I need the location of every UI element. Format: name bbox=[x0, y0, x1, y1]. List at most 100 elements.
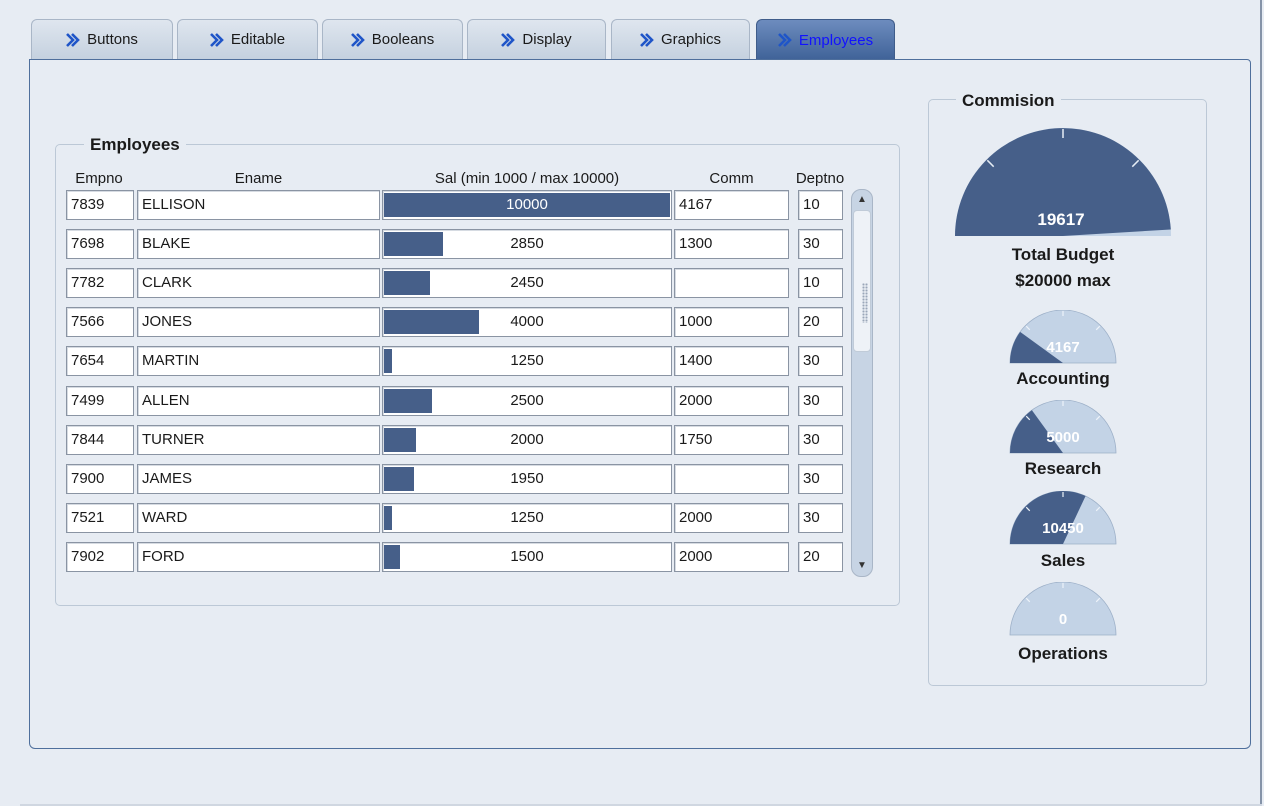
deptno-field[interactable]: 20 bbox=[798, 307, 843, 337]
empno-field[interactable]: 7566 bbox=[66, 307, 134, 337]
deptno-field[interactable]: 30 bbox=[798, 503, 843, 533]
salary-bar[interactable]: 2450 bbox=[382, 268, 672, 298]
empno-field[interactable]: 7839 bbox=[66, 190, 134, 220]
column-header-ename: Ename bbox=[234, 170, 283, 187]
comm-field[interactable]: 1300 bbox=[674, 229, 789, 259]
deptno-field[interactable]: 10 bbox=[798, 268, 843, 298]
empno-field[interactable]: 7654 bbox=[66, 346, 134, 376]
salary-value: 4000 bbox=[510, 313, 544, 330]
deptno-field[interactable]: 30 bbox=[798, 386, 843, 416]
double-chevron-right-icon bbox=[209, 32, 224, 48]
ename-field[interactable]: TURNER bbox=[137, 425, 380, 455]
total-budget-label: Total Budget bbox=[1011, 245, 1115, 264]
comm-field[interactable]: 1000 bbox=[674, 307, 789, 337]
tab-label: Booleans bbox=[371, 31, 435, 48]
comm-field[interactable] bbox=[674, 464, 789, 494]
tab-graphics[interactable]: Graphics bbox=[611, 19, 750, 59]
salary-bar[interactable]: 1500 bbox=[382, 542, 672, 572]
ename-field[interactable]: ELLISON bbox=[137, 190, 380, 220]
ename-field[interactable]: MARTIN bbox=[137, 346, 380, 376]
double-chevron-right-icon bbox=[350, 32, 365, 48]
deptno-field[interactable]: 30 bbox=[798, 464, 843, 494]
ename-field[interactable]: BLAKE bbox=[137, 229, 380, 259]
salary-value: 2450 bbox=[510, 274, 544, 291]
department-gauge-value: 5000 bbox=[1046, 429, 1079, 446]
department-gauge-label: Operations bbox=[1018, 644, 1108, 663]
ename-field[interactable]: WARD bbox=[137, 503, 380, 533]
comm-field[interactable] bbox=[674, 268, 789, 298]
tab-label: Buttons bbox=[87, 31, 138, 48]
column-header-comm: Comm bbox=[709, 170, 754, 187]
salary-bar[interactable]: 10000 bbox=[382, 190, 672, 220]
comm-field[interactable]: 1750 bbox=[674, 425, 789, 455]
commission-group-title: Commision bbox=[956, 91, 1061, 111]
employee-scrollbar[interactable]: ▲ ▼ bbox=[851, 189, 873, 577]
salary-value: 2850 bbox=[510, 235, 544, 252]
double-chevron-right-icon bbox=[66, 32, 80, 48]
salary-value: 1950 bbox=[510, 470, 544, 487]
tab-label: Editable bbox=[230, 31, 286, 48]
tab-booleans[interactable]: Booleans bbox=[322, 19, 463, 59]
arrow-down-icon[interactable]: ▼ bbox=[854, 558, 870, 574]
salary-value: 1250 bbox=[510, 509, 544, 526]
total-budget-max-label: $20000 max bbox=[1015, 271, 1111, 290]
ename-field[interactable]: ALLEN bbox=[137, 386, 380, 416]
department-gauge: 4167 bbox=[1009, 310, 1117, 364]
salary-value: 1250 bbox=[510, 352, 544, 369]
double-chevron-right-icon bbox=[777, 32, 792, 48]
tab-label: Display bbox=[522, 31, 572, 48]
deptno-field[interactable]: 10 bbox=[798, 190, 843, 220]
tab-buttons[interactable]: Buttons bbox=[31, 19, 173, 59]
tab-display[interactable]: Display bbox=[467, 19, 606, 59]
tab-label: Graphics bbox=[660, 31, 722, 48]
empno-field[interactable]: 7900 bbox=[66, 464, 134, 494]
employees-group-title: Employees bbox=[84, 135, 186, 155]
total-budget-gauge: 19617 bbox=[955, 128, 1171, 236]
comm-field[interactable]: 2000 bbox=[674, 542, 789, 572]
department-gauge-value: 0 bbox=[1059, 611, 1067, 628]
tab-editable[interactable]: Editable bbox=[177, 19, 318, 59]
salary-value: 2500 bbox=[510, 392, 544, 409]
ename-field[interactable]: FORD bbox=[137, 542, 380, 572]
salary-bar[interactable]: 2500 bbox=[382, 386, 672, 416]
deptno-field[interactable]: 20 bbox=[798, 542, 843, 572]
empno-field[interactable]: 7499 bbox=[66, 386, 134, 416]
empno-field[interactable]: 7521 bbox=[66, 503, 134, 533]
deptno-field[interactable]: 30 bbox=[798, 229, 843, 259]
salary-value: 1500 bbox=[510, 548, 544, 565]
comm-field[interactable]: 4167 bbox=[674, 190, 789, 220]
tab-employees[interactable]: Employees bbox=[756, 19, 895, 60]
salary-bar[interactable]: 1250 bbox=[382, 346, 672, 376]
empno-field[interactable]: 7902 bbox=[66, 542, 134, 572]
department-gauge: 5000 bbox=[1009, 400, 1117, 454]
salary-bar[interactable]: 1250 bbox=[382, 503, 672, 533]
double-chevron-right-icon bbox=[501, 32, 516, 48]
deptno-field[interactable]: 30 bbox=[798, 346, 843, 376]
empno-field[interactable]: 7844 bbox=[66, 425, 134, 455]
arrow-up-icon[interactable]: ▲ bbox=[854, 192, 870, 208]
comm-field[interactable]: 1400 bbox=[674, 346, 789, 376]
comm-field[interactable]: 2000 bbox=[674, 386, 789, 416]
salary-bar[interactable]: 4000 bbox=[382, 307, 672, 337]
ename-field[interactable]: JONES bbox=[137, 307, 380, 337]
deptno-field[interactable]: 30 bbox=[798, 425, 843, 455]
tab-label: Employees bbox=[798, 31, 874, 49]
salary-bar[interactable]: 2850 bbox=[382, 229, 672, 259]
department-gauge: 0 bbox=[1009, 582, 1117, 636]
scrollbar-thumb[interactable] bbox=[853, 210, 871, 352]
ename-field[interactable]: CLARK bbox=[137, 268, 380, 298]
double-chevron-right-icon bbox=[640, 32, 654, 48]
department-gauge-value: 4167 bbox=[1046, 339, 1079, 356]
salary-bar[interactable]: 1950 bbox=[382, 464, 672, 494]
department-gauge-label: Research bbox=[1024, 459, 1102, 478]
empno-field[interactable]: 7698 bbox=[66, 229, 134, 259]
total-budget-value: 19617 bbox=[1037, 210, 1084, 229]
column-header-empno: Empno bbox=[75, 170, 123, 187]
ename-field[interactable]: JAMES bbox=[137, 464, 380, 494]
column-header-sal: Sal (min 1000 / max 10000) bbox=[434, 170, 620, 187]
department-gauge-label: Accounting bbox=[1016, 369, 1110, 388]
comm-field[interactable]: 2000 bbox=[674, 503, 789, 533]
column-header-deptno: Deptno bbox=[795, 170, 845, 187]
empno-field[interactable]: 7782 bbox=[66, 268, 134, 298]
salary-bar[interactable]: 2000 bbox=[382, 425, 672, 455]
